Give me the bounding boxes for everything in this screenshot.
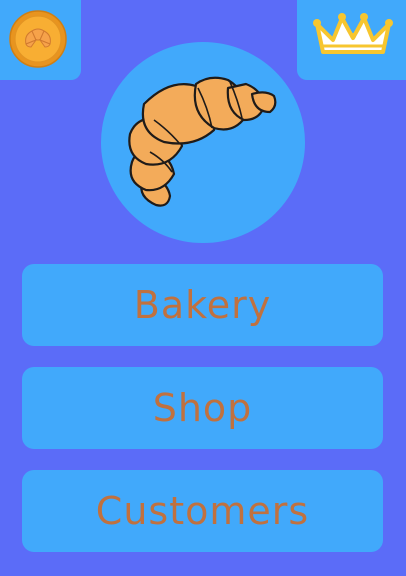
coin-button[interactable] <box>0 0 81 80</box>
shop-button-label: Shop <box>152 386 253 430</box>
crown-icon <box>313 13 393 54</box>
crown-button[interactable] <box>297 0 406 80</box>
bakery-button[interactable]: Bakery <box>22 264 383 346</box>
croissant-emblem <box>101 42 305 243</box>
shop-button[interactable]: Shop <box>22 367 383 449</box>
customers-button-label: Customers <box>95 489 310 533</box>
croissant-icon <box>128 76 277 207</box>
croissant-coin-icon <box>9 10 67 68</box>
bakery-button-label: Bakery <box>133 283 272 327</box>
customers-button[interactable]: Customers <box>22 470 383 552</box>
